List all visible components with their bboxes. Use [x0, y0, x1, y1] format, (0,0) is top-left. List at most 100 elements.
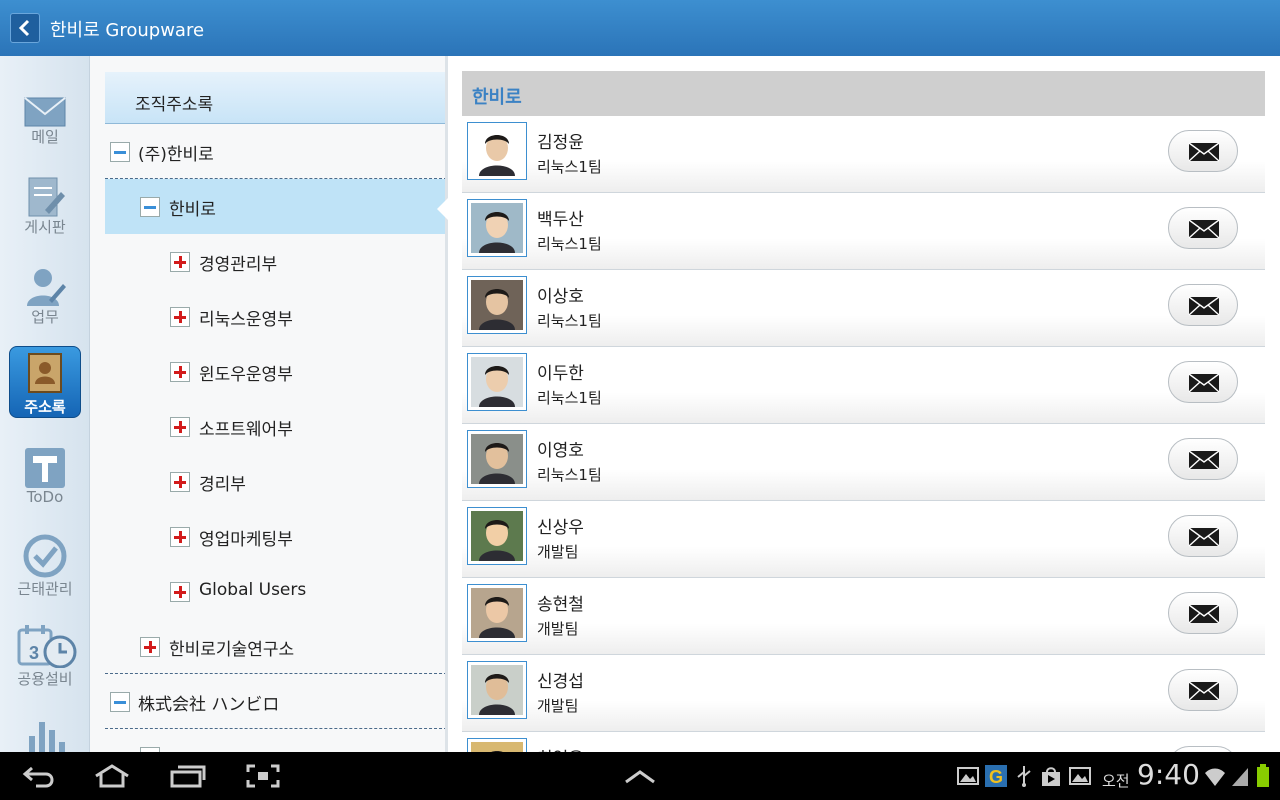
- expand-icon[interactable]: [140, 637, 160, 657]
- send-mail-button[interactable]: [1168, 592, 1238, 634]
- avatar[interactable]: [467, 584, 527, 642]
- chevron-up-icon[interactable]: [624, 764, 656, 788]
- tree-node-label: 영업마케팅부: [199, 530, 293, 550]
- send-mail-button[interactable]: [1168, 130, 1238, 172]
- screenshot-icon[interactable]: [246, 764, 280, 788]
- tree-node-label: 리눅스운영부: [199, 310, 293, 330]
- tree-node[interactable]: 경영관리부: [105, 234, 447, 289]
- send-mail-button[interactable]: [1168, 515, 1238, 557]
- expand-icon[interactable]: [170, 582, 190, 602]
- avatar[interactable]: [467, 430, 527, 488]
- avatar[interactable]: [467, 353, 527, 411]
- tree-node[interactable]: 경리부: [105, 454, 447, 509]
- avatar[interactable]: [467, 661, 527, 719]
- todo-icon: [25, 448, 65, 488]
- contact-name: 이두한: [537, 364, 584, 384]
- send-mail-button[interactable]: [1168, 669, 1238, 711]
- avatar-photo: [471, 588, 523, 638]
- tree-node[interactable]: 한비로기술연구소: [105, 619, 447, 674]
- contact-dept: 리눅스1팀: [537, 466, 602, 484]
- tree-node[interactable]: 영업마케팅부: [105, 509, 447, 564]
- avatar-photo: [471, 434, 523, 484]
- expand-icon[interactable]: [170, 307, 190, 327]
- tree-node[interactable]: (주)한비로: [105, 124, 447, 179]
- contact-name: 신상우: [537, 518, 584, 538]
- avatar-photo: [471, 203, 523, 253]
- contact-row[interactable]: 백두산리눅스1팀: [462, 193, 1265, 270]
- rail-item-facilities[interactable]: 3 공용설비: [0, 620, 89, 706]
- rail-item-attendance[interactable]: 근태관리: [0, 530, 89, 616]
- avatar[interactable]: [467, 276, 527, 334]
- back-nav-icon[interactable]: [22, 764, 56, 788]
- bar-chart-icon: [29, 722, 65, 752]
- contact-name: 이상호: [537, 287, 584, 307]
- contact-row[interactable]: 이상호 리눅스1팀: [462, 270, 1265, 347]
- contact-row[interactable]: 신상우 개발팀: [462, 501, 1265, 578]
- collapse-icon[interactable]: [110, 142, 130, 162]
- avatar-photo: [471, 280, 523, 330]
- contact-name: 백두산: [537, 210, 584, 230]
- clock-ampm: 오전: [1102, 772, 1130, 790]
- back-button[interactable]: [10, 13, 40, 43]
- collapse-icon[interactable]: [110, 692, 130, 712]
- tree-node[interactable]: Global Users: [105, 564, 447, 619]
- send-mail-button[interactable]: [1168, 207, 1238, 249]
- collapse-icon[interactable]: [140, 197, 160, 217]
- contact-row[interactable]: 신경섭 개발팀: [462, 655, 1265, 732]
- avatar[interactable]: [467, 199, 527, 257]
- rail-label: 공용설비: [17, 670, 73, 688]
- tree-node-label: Global Users: [199, 580, 307, 600]
- g-app-notification-icon: G: [985, 765, 1007, 787]
- send-mail-button[interactable]: [1168, 438, 1238, 480]
- tree-node-label: 株式会社 ハンビロ: [138, 695, 280, 715]
- image-notification-icon: [1069, 767, 1091, 785]
- tree-node[interactable]: 리눅스운영부: [105, 289, 447, 344]
- tree-node[interactable]: 소프트웨어부: [105, 399, 447, 454]
- clock-time: 9:40: [1137, 758, 1200, 791]
- tree-node-label: 한비로: [169, 200, 216, 220]
- avatar-photo: [471, 126, 523, 176]
- send-mail-button[interactable]: [1168, 284, 1238, 326]
- expand-icon[interactable]: [170, 362, 190, 382]
- avatar[interactable]: [467, 507, 527, 565]
- rail-item-mail[interactable]: 메일: [0, 86, 89, 172]
- contact-row[interactable]: 김정윤 리눅스1팀: [462, 116, 1265, 193]
- rail-item-board[interactable]: 게시판: [0, 172, 89, 258]
- rail-label: 업무: [31, 308, 59, 326]
- play-store-icon: [1042, 767, 1060, 786]
- contact-row[interactable]: 이두한 리눅스1팀: [462, 347, 1265, 424]
- svg-text:G: G: [989, 767, 1003, 787]
- avatar[interactable]: [467, 738, 527, 752]
- expand-icon[interactable]: [170, 252, 190, 272]
- contact-row[interactable]: 이영호 리눅스1팀: [462, 424, 1265, 501]
- contact-dept: 리눅스1팀: [537, 158, 602, 176]
- envelope-icon: [1188, 450, 1220, 470]
- rail-item-addressbook[interactable]: 주소록: [0, 346, 89, 432]
- rail-item-task[interactable]: 업무: [0, 262, 89, 348]
- home-nav-icon[interactable]: [92, 764, 132, 788]
- send-mail-button[interactable]: [1168, 361, 1238, 403]
- contact-dept: 리눅스1팀: [537, 235, 602, 253]
- recent-apps-icon[interactable]: [170, 764, 206, 788]
- avatar[interactable]: [467, 122, 527, 180]
- group-header: 한비로: [462, 71, 1265, 116]
- calendar-clock-icon: 3: [17, 625, 77, 668]
- tree-node-label: 윈도우운영부: [199, 365, 293, 385]
- contact-row[interactable]: 최영은: [462, 732, 1265, 752]
- wifi-icon: [1205, 768, 1225, 786]
- rail-item-stats[interactable]: [0, 710, 89, 752]
- tree-node[interactable]: 윈도우운영부: [105, 344, 447, 399]
- tree-node[interactable]: 株式会社 ハンビロ: [105, 674, 447, 729]
- addressbook-icon: [28, 353, 62, 393]
- contact-row[interactable]: 송현철 개발팀: [462, 578, 1265, 655]
- expand-icon[interactable]: [170, 472, 190, 492]
- tree-node[interactable]: [105, 729, 447, 752]
- expand-icon[interactable]: [170, 527, 190, 547]
- tree-node-selected[interactable]: 한비로: [105, 179, 447, 234]
- contacts-panel: 한비로 김정윤 리눅스1팀 백두산 리눅스1팀 이상호 리눅스1팀 이두한 리눅스1팀 이영호 리…: [448, 56, 1280, 752]
- contact-name: 신경섭: [537, 672, 584, 692]
- rail-item-todo[interactable]: ToDo: [0, 442, 89, 528]
- expand-icon[interactable]: [170, 417, 190, 437]
- contact-name: 최영은: [537, 744, 584, 752]
- usb-icon: [1017, 766, 1031, 787]
